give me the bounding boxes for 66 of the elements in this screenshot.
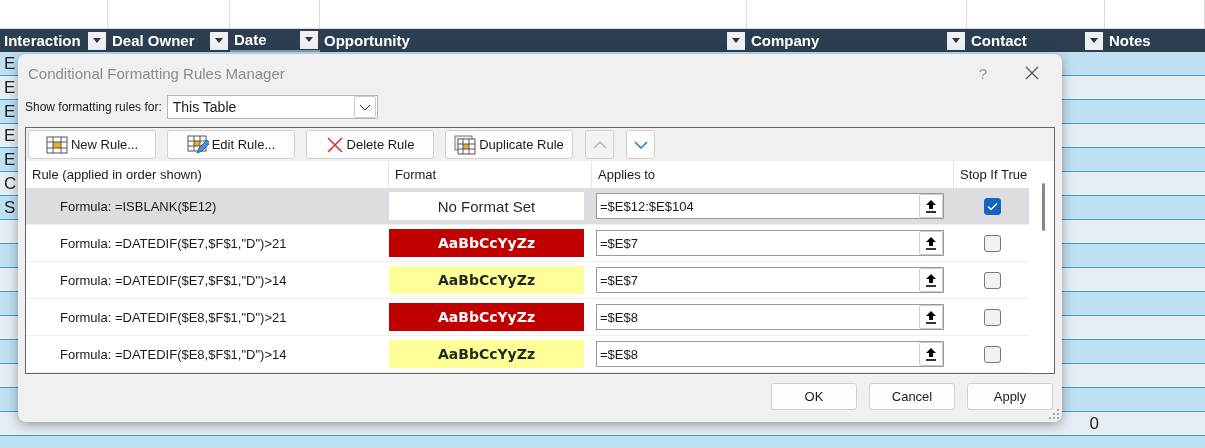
collapse-range-icon[interactable]	[919, 231, 943, 255]
caret-icon	[952, 38, 960, 43]
applies-to-field[interactable]: =$E$8	[596, 341, 944, 367]
caret-icon	[305, 37, 313, 42]
rule-row[interactable]: Formula: =ISBLANK($E12) No Format Set =$E$12:$E$104	[26, 188, 1031, 225]
rule-row[interactable]: Formula: =DATEDIF($E8,$F$1,"D")>21 AaBbCcYyZz =$E$8	[26, 299, 1031, 336]
caret-icon	[1090, 38, 1098, 43]
caret-icon	[215, 38, 223, 43]
duplicate-rule-button[interactable]: Duplicate Rule	[445, 130, 573, 159]
stop-if-true-checkbox[interactable]	[984, 271, 1001, 289]
column-header: Contact	[967, 29, 1105, 52]
collapse-range-icon[interactable]	[919, 268, 943, 292]
stop-if-true-checkbox[interactable]	[984, 234, 1001, 252]
collapse-range-icon[interactable]	[919, 342, 943, 366]
filter-dropdown-button[interactable]	[300, 30, 318, 49]
applies-to-field[interactable]: =$E$12:$E$104	[596, 193, 944, 219]
column-header: Deal Owner	[108, 29, 230, 52]
format-preview: No Format Set	[389, 192, 584, 220]
filter-dropdown-button[interactable]	[88, 31, 106, 50]
stop-if-true-checkbox[interactable]	[984, 345, 1001, 363]
resize-grip-icon[interactable]	[1049, 409, 1059, 419]
collapse-range-icon[interactable]	[919, 305, 943, 329]
edit-rule-button[interactable]: Edit Rule...	[167, 130, 295, 159]
filter-dropdown-button[interactable]	[210, 31, 228, 50]
filter-dropdown-button[interactable]	[1085, 31, 1103, 50]
table-pencil-icon	[186, 134, 209, 155]
delete-icon	[325, 135, 344, 154]
rule-formula: Formula: =DATEDIF($E7,$F$1,"D")>21	[60, 235, 287, 251]
format-preview: AaBbCcYyZz	[389, 229, 584, 257]
rule-row[interactable]: Formula: =DATEDIF($E7,$F$1,"D")>14 AaBbCcYyZz =$E$7	[26, 262, 1031, 299]
new-rule-button[interactable]: New Rule...	[28, 130, 156, 159]
dialog-button[interactable]: Apply	[967, 383, 1053, 410]
stop-if-true-checkbox[interactable]	[984, 308, 1001, 326]
close-button[interactable]	[1025, 66, 1039, 80]
column-header: Interaction	[0, 29, 108, 52]
rule-row[interactable]: Formula: =DATEDIF($E7,$F$1,"D")>21 AaBbCcYyZz =$E$7	[26, 225, 1031, 262]
dialog-button[interactable]: OK	[771, 383, 857, 410]
column-header: Company	[747, 29, 967, 52]
rule-formula: Formula: =DATEDIF($E8,$F$1,"D")>14	[60, 346, 287, 362]
applies-to-field[interactable]: =$E$7	[596, 267, 944, 293]
column-header: Date	[230, 29, 320, 52]
collapse-range-icon[interactable]	[919, 194, 943, 218]
filter-dropdown-button[interactable]	[727, 31, 745, 50]
check-icon	[987, 201, 998, 211]
column-header: Opportunity	[320, 29, 747, 52]
chevron-up-icon	[592, 140, 607, 149]
dialog-button[interactable]: Cancel	[869, 383, 955, 410]
stop-if-true-checkbox[interactable]	[984, 197, 1001, 215]
chevron-down-icon	[633, 140, 648, 149]
caret-icon	[93, 38, 101, 43]
applies-to-field[interactable]: =$E$8	[596, 304, 944, 330]
rule-row[interactable]: Formula: =DATEDIF($E8,$F$1,"D")>14 AaBbCcYyZz =$E$8	[26, 336, 1031, 373]
applies-to-field[interactable]: =$E$7	[596, 230, 944, 256]
filter-dropdown-button[interactable]	[947, 31, 965, 50]
caret-icon	[732, 38, 740, 43]
scope-dropdown[interactable]: This Table	[166, 95, 378, 119]
rule-formula: Formula: =DATEDIF($E7,$F$1,"D")>14	[60, 272, 287, 288]
format-preview: AaBbCcYyZz	[389, 303, 584, 331]
delete-rule-button[interactable]: Delete Rule	[306, 130, 434, 159]
column-header: Notes	[1105, 29, 1205, 52]
table-grid-icon	[45, 135, 68, 154]
format-preview: AaBbCcYyZz	[389, 266, 584, 294]
rule-formula: Formula: =DATEDIF($E8,$F$1,"D")>21	[60, 309, 287, 325]
format-preview: AaBbCcYyZz	[389, 340, 584, 368]
copy-table-icon	[454, 134, 477, 155]
chevron-down-icon	[353, 96, 376, 118]
